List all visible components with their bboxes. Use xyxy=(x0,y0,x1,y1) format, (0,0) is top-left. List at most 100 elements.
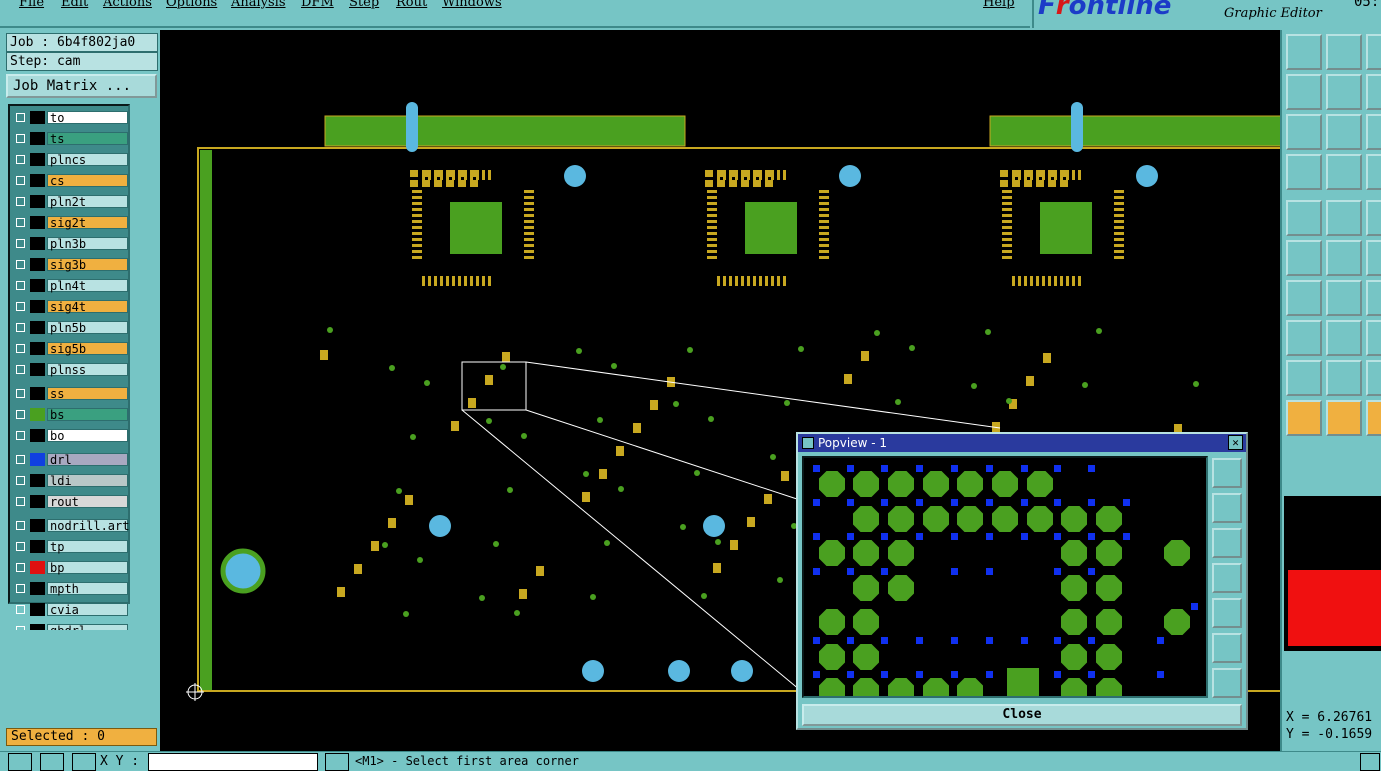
menu-windows[interactable]: Windows xyxy=(442,0,502,10)
layer-row[interactable]: sig4t xyxy=(12,299,128,314)
snap-toggle[interactable] xyxy=(325,753,349,771)
layer-checkbox[interactable] xyxy=(16,176,25,185)
pop-center-icon[interactable] xyxy=(1212,668,1242,698)
layer-row[interactable]: ss xyxy=(12,386,128,401)
layer-checkbox[interactable] xyxy=(16,155,25,164)
layer-checkbox[interactable] xyxy=(16,365,25,374)
layer-row[interactable]: bs xyxy=(12,407,128,422)
pointer-icon[interactable] xyxy=(1286,400,1322,436)
status-extra-button[interactable] xyxy=(1360,753,1380,771)
grid-icon[interactable] xyxy=(1326,154,1362,190)
cross-icon[interactable] xyxy=(1326,240,1362,276)
layer-row[interactable]: sig3b xyxy=(12,257,128,272)
via-icon[interactable] xyxy=(1286,320,1322,356)
layer-color-swatch[interactable] xyxy=(30,237,45,250)
layer-row[interactable]: sig5b xyxy=(12,341,128,356)
layer-checkbox[interactable] xyxy=(16,497,25,506)
slash-icon[interactable] xyxy=(1286,280,1322,316)
menu-file[interactable]: File xyxy=(19,0,44,10)
move-up-icon[interactable] xyxy=(1286,34,1322,70)
pop-left-icon[interactable] xyxy=(1212,563,1242,593)
segment-icon[interactable] xyxy=(1326,280,1362,316)
layer-color-swatch[interactable] xyxy=(30,195,45,208)
select-icon[interactable] xyxy=(1366,154,1381,190)
pop-down-icon[interactable] xyxy=(1212,528,1242,558)
layer-row[interactable]: pln5b xyxy=(12,320,128,335)
layer-row[interactable]: sig2t xyxy=(12,215,128,230)
layer-color-swatch[interactable] xyxy=(30,300,45,313)
polygon-icon[interactable] xyxy=(1286,360,1322,396)
layer-color-swatch[interactable] xyxy=(30,153,45,166)
layer-color-swatch[interactable] xyxy=(30,363,45,376)
align-left-icon[interactable] xyxy=(1286,74,1322,110)
layer-checkbox[interactable] xyxy=(16,476,25,485)
rotate-icon[interactable] xyxy=(1366,34,1381,70)
layer-checkbox[interactable] xyxy=(16,239,25,248)
layer-checkbox[interactable] xyxy=(16,218,25,227)
layer-row[interactable]: pln2t xyxy=(12,194,128,209)
layer-color-swatch[interactable] xyxy=(30,279,45,292)
layer-color-swatch[interactable] xyxy=(30,519,45,532)
layer-checkbox[interactable] xyxy=(16,521,25,530)
menu-edit[interactable]: Edit xyxy=(61,0,88,10)
menu-options[interactable]: Options xyxy=(166,0,217,10)
bar-icon[interactable] xyxy=(1326,320,1362,356)
layer-row[interactable]: pln4t xyxy=(12,278,128,293)
layer-checkbox[interactable] xyxy=(16,389,25,398)
layer-checkbox[interactable] xyxy=(16,410,25,419)
net-icon[interactable] xyxy=(1286,240,1322,276)
expand-icon[interactable] xyxy=(1286,114,1322,150)
layer-checkbox[interactable] xyxy=(16,302,25,311)
layer-color-swatch[interactable] xyxy=(30,561,45,574)
layer-checkbox[interactable] xyxy=(16,542,25,551)
menu-actions[interactable]: Actions xyxy=(103,0,152,10)
menu-rout[interactable]: Rout xyxy=(396,0,427,10)
layer-color-swatch[interactable] xyxy=(30,387,45,400)
layer-checkbox[interactable] xyxy=(16,281,25,290)
layer-checkbox[interactable] xyxy=(16,323,25,332)
node-icon[interactable] xyxy=(1366,240,1381,276)
layer-row[interactable]: pln3b xyxy=(12,236,128,251)
layer-row[interactable]: bo xyxy=(12,428,128,443)
triangle-icon[interactable] xyxy=(1326,360,1362,396)
layer-checkbox[interactable] xyxy=(16,113,25,122)
layer-checkbox[interactable] xyxy=(16,455,25,464)
menu-dfm[interactable]: DFM xyxy=(301,0,334,10)
arc-icon[interactable] xyxy=(1366,280,1381,316)
align-right-icon[interactable] xyxy=(1326,74,1362,110)
layer-checkbox[interactable] xyxy=(16,344,25,353)
move-down-icon[interactable] xyxy=(1326,34,1362,70)
layer-checkbox[interactable] xyxy=(16,134,25,143)
layer-color-swatch[interactable] xyxy=(30,111,45,124)
layer-checkbox[interactable] xyxy=(16,605,25,614)
pop-up-icon[interactable] xyxy=(1212,493,1242,523)
pop-zoom-icon[interactable] xyxy=(1212,458,1242,488)
layer-checkbox[interactable] xyxy=(16,584,25,593)
window-menu-icon[interactable] xyxy=(802,437,814,449)
layer-color-swatch[interactable] xyxy=(30,495,45,508)
popview-canvas[interactable] xyxy=(802,456,1208,698)
pad-icon[interactable] xyxy=(1286,200,1322,236)
layer-color-swatch[interactable] xyxy=(30,132,45,145)
layer-row[interactable]: cvia xyxy=(12,602,128,617)
layer-row[interactable]: mpth xyxy=(12,581,128,596)
layer-row[interactable]: nodrill.art xyxy=(12,518,129,533)
pop-right-icon[interactable] xyxy=(1212,598,1242,628)
measure-tool-icon[interactable] xyxy=(40,753,64,771)
layer-row[interactable]: ldi xyxy=(12,473,128,488)
layer-color-swatch[interactable] xyxy=(30,453,45,466)
arrow-tool-icon[interactable] xyxy=(8,753,32,771)
layer-color-swatch[interactable] xyxy=(30,540,45,553)
layer-checkbox[interactable] xyxy=(16,197,25,206)
settings-icon[interactable] xyxy=(1286,154,1322,190)
xy-input[interactable] xyxy=(148,753,318,771)
pointer-2-icon[interactable] xyxy=(1326,400,1362,436)
layer-row[interactable]: plnss xyxy=(12,362,128,377)
line-icon[interactable] xyxy=(1326,200,1362,236)
layer-color-swatch[interactable] xyxy=(30,474,45,487)
mirror-icon[interactable] xyxy=(1366,74,1381,110)
layer-color-swatch[interactable] xyxy=(30,174,45,187)
layer-row[interactable]: ts xyxy=(12,131,128,146)
pop-fit-icon[interactable] xyxy=(1212,633,1242,663)
layer-color-swatch[interactable] xyxy=(30,216,45,229)
